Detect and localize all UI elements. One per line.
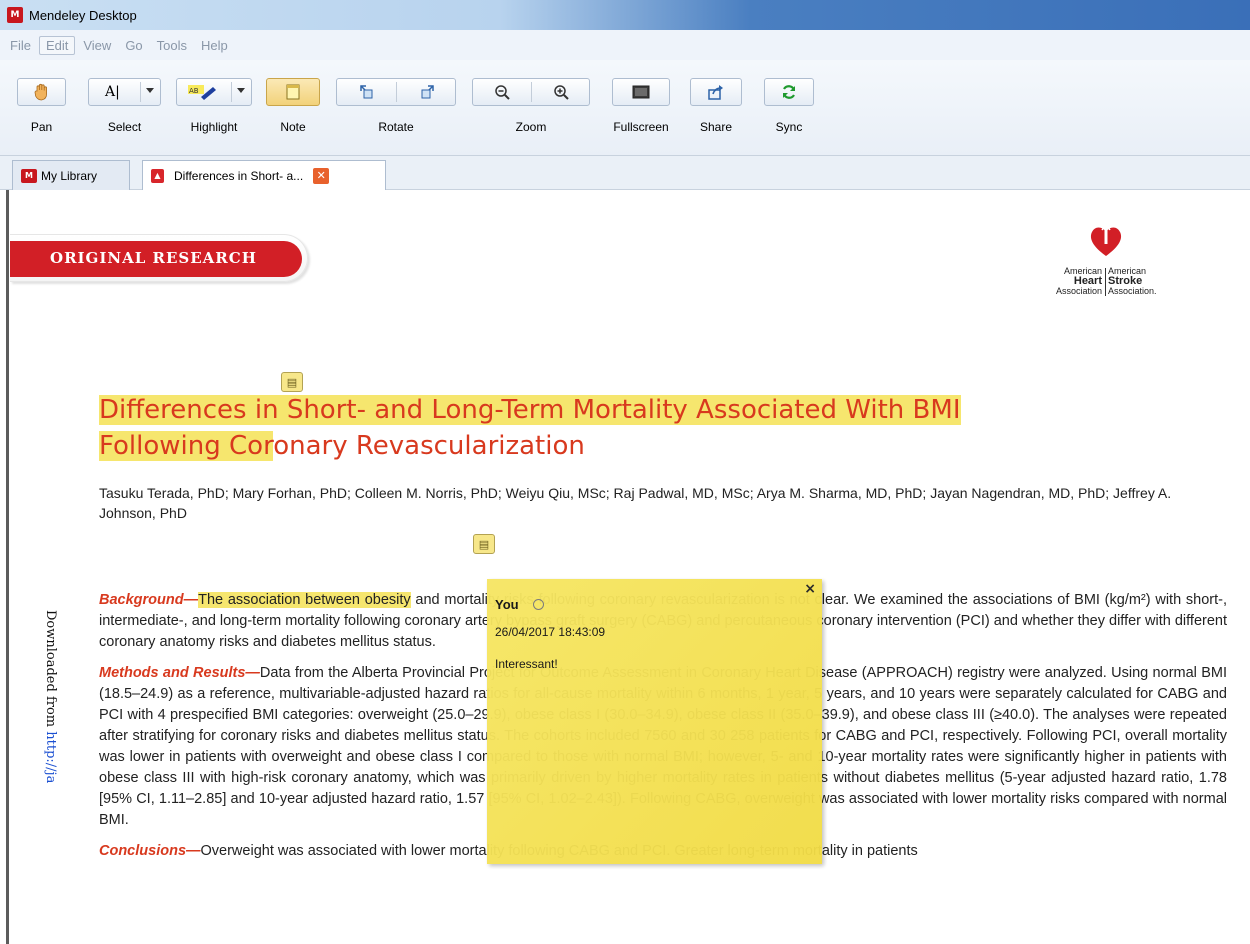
window-title: Mendeley Desktop	[29, 7, 137, 23]
page-edge	[6, 190, 9, 944]
pdf-viewer[interactable]: ORIGINAL RESEARCH American Heart Associa…	[0, 190, 1250, 944]
select-label: Select	[107, 120, 142, 134]
aha-text: American Heart Association	[1038, 266, 1102, 296]
zoom-out-button[interactable]	[473, 79, 531, 105]
rotate-button-group	[336, 78, 456, 106]
sticky-note-popup[interactable]: × You 26/04/2017 18:43:09 Interessant!	[487, 579, 822, 864]
select-button[interactable]: A|	[88, 78, 161, 106]
note-timestamp: 26/04/2017 18:43:09	[495, 625, 606, 639]
pan-label: Pan	[30, 120, 53, 134]
author-list: Tasuku Terada, PhD; Mary Forhan, PhD; Co…	[99, 485, 1172, 521]
rotate-left-button[interactable]	[337, 79, 396, 105]
pdf-icon: ▲	[151, 168, 164, 183]
hand-icon	[34, 83, 47, 101]
title-highlight-line2: Following Cor	[99, 431, 274, 461]
share-label: Share	[699, 120, 733, 134]
note-text[interactable]: Interessant!	[495, 657, 558, 671]
mendeley-logo-icon: M	[7, 7, 23, 23]
tab-label: Differences in Short- a...	[174, 168, 304, 183]
sync-label: Sync	[775, 120, 803, 134]
note-button[interactable]	[266, 78, 320, 106]
zoom-in-icon	[554, 85, 569, 100]
zoom-in-button[interactable]	[532, 79, 590, 105]
menu-help[interactable]: Help	[195, 37, 234, 54]
methods-heading: Methods and Results—	[99, 665, 260, 681]
select-dropdown-separator	[140, 82, 141, 102]
tab-label: My Library	[41, 168, 98, 183]
sync-icon	[782, 85, 796, 99]
title-bar: M Mendeley Desktop	[0, 0, 1250, 30]
sync-button[interactable]	[764, 78, 814, 106]
tab-bar: M My Library ▲ Differences in Short- a..…	[0, 156, 1250, 190]
download-prefix: Downloaded from	[43, 610, 58, 732]
close-note-icon[interactable]: ×	[804, 581, 816, 597]
menu-view[interactable]: View	[77, 37, 117, 54]
menu-edit[interactable]: Edit	[38, 35, 76, 55]
title-note-marker-icon[interactable]: ▤	[281, 372, 303, 392]
pan-button[interactable]	[17, 78, 66, 106]
svg-text:AB: AB	[189, 87, 199, 95]
note-author: You	[495, 597, 519, 612]
highlight-button[interactable]: AB	[176, 78, 252, 106]
abstract-note-marker-icon[interactable]: ▤	[473, 534, 495, 554]
title-highlight-line1: Differences in Short- and Long-Term Mort…	[99, 395, 961, 425]
highlight-dropdown-icon[interactable]	[237, 88, 245, 93]
share-icon	[708, 85, 723, 100]
rotate-left-icon	[359, 85, 372, 99]
sticky-note-icon	[286, 84, 300, 100]
rotate-label: Rotate	[378, 120, 414, 134]
highlighter-icon: AB	[188, 85, 216, 100]
zoom-button-group	[472, 78, 590, 106]
asa-line3: Association.	[1108, 286, 1157, 296]
zoom-out-icon	[495, 85, 510, 100]
heart-torch-icon	[1090, 226, 1122, 256]
fullscreen-icon	[632, 85, 650, 99]
asa-text: American Stroke Association.	[1108, 266, 1178, 296]
paper-title: Differences in Short- and Long-Term Mort…	[99, 392, 1169, 464]
tab-document[interactable]: ▲ Differences in Short- a... ✕	[142, 160, 386, 190]
fullscreen-button[interactable]	[612, 78, 670, 106]
share-button[interactable]	[690, 78, 742, 106]
title-rest: onary Revascularization	[273, 431, 585, 461]
highlight-dropdown-separator	[231, 82, 232, 102]
rotate-right-button[interactable]	[397, 79, 456, 105]
note-label: Note	[280, 120, 306, 134]
aha-line3: Association	[1055, 286, 1102, 296]
zoom-label: Zoom	[515, 120, 547, 134]
banner-label: ORIGINAL RESEARCH	[50, 249, 257, 267]
menu-file[interactable]: File	[4, 37, 37, 54]
highlight-label: Highlight	[190, 120, 238, 134]
close-tab-icon[interactable]: ✕	[313, 167, 330, 184]
download-link[interactable]: http://ja	[43, 731, 58, 783]
menu-tools[interactable]: Tools	[151, 37, 193, 54]
menu-bar: File Edit View Go Tools Help	[0, 30, 1250, 60]
logo-divider	[1105, 268, 1106, 296]
select-dropdown-icon[interactable]	[146, 88, 154, 93]
rotate-right-icon	[421, 85, 434, 99]
fullscreen-label: Fullscreen	[613, 120, 669, 134]
text-select-icon: A|	[105, 84, 120, 100]
privacy-circle-icon[interactable]	[533, 599, 544, 610]
aha-asa-logo: American Heart Association American Stro…	[1030, 222, 1180, 312]
mendeley-logo-icon: M	[21, 168, 37, 183]
conclusions-heading: Conclusions—	[99, 843, 201, 859]
background-heading: Background—	[99, 592, 199, 608]
toolbar: Pan A| Select AB Highlight Note Rotate Z…	[0, 60, 1250, 156]
original-research-banner: ORIGINAL RESEARCH	[10, 234, 308, 282]
tab-my-library[interactable]: M My Library	[12, 160, 130, 190]
download-watermark: Downloaded from http://ja	[38, 610, 58, 944]
menu-go[interactable]: Go	[119, 37, 148, 54]
background-highlight: The association between obesity	[198, 592, 411, 608]
